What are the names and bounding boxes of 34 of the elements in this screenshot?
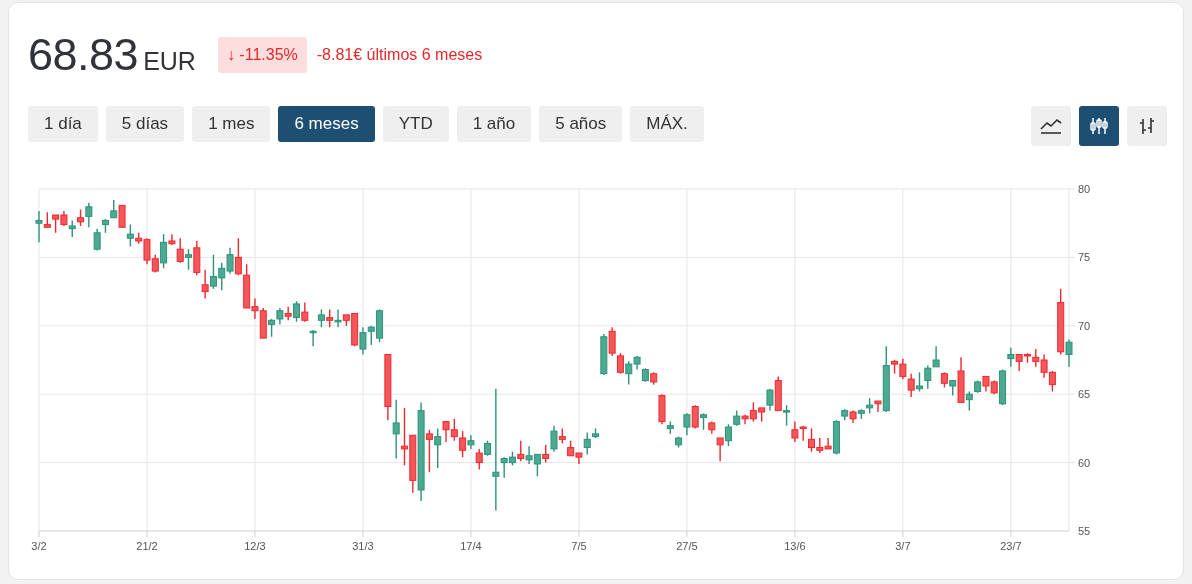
axis-label: 65: [1078, 388, 1091, 401]
range-button[interactable]: 5 años: [539, 105, 623, 142]
chart-type-button[interactable]: [1127, 105, 1167, 146]
axis-label: 60: [1078, 456, 1091, 469]
range-button[interactable]: MÁX.: [630, 105, 704, 142]
currency-label: EUR: [143, 46, 196, 76]
axis-label: 70: [1078, 319, 1091, 332]
axis-label: 80: [1078, 182, 1091, 195]
range-button[interactable]: 6 meses: [278, 105, 375, 142]
axis-label: 75: [1078, 251, 1091, 264]
candlestick-chart-icon: [1088, 116, 1110, 135]
chart-type-button[interactable]: [1031, 105, 1071, 146]
bar-chart-icon: [1137, 116, 1157, 135]
axis-label: 3/2: [31, 539, 47, 552]
range-button[interactable]: 1 mes: [192, 105, 271, 142]
axis-label: 17/4: [460, 539, 482, 552]
axis-label: 13/6: [784, 539, 806, 552]
axis-label: 3/7: [895, 539, 911, 552]
change-detail: -8.81€ últimos 6 meses: [316, 45, 483, 64]
line-chart-icon: [1040, 117, 1062, 134]
axis-label: 55: [1078, 524, 1091, 537]
axis-label: 27/5: [676, 539, 698, 552]
range-button[interactable]: 1 año: [456, 105, 532, 142]
range-button[interactable]: 5 días: [105, 105, 185, 142]
chart-type-button[interactable]: [1079, 105, 1119, 146]
price-value: 68.83: [28, 28, 139, 81]
axis-label: 12/3: [244, 539, 266, 552]
axis-label: 23/7: [1000, 539, 1022, 552]
range-button[interactable]: 1 día: [28, 105, 98, 142]
axis-label: 7/5: [571, 539, 587, 552]
range-button[interactable]: YTD: [382, 105, 449, 142]
change-badge: ↓ -11.35%: [217, 36, 307, 73]
axis-label: 21/2: [136, 539, 158, 552]
axis-label: 31/3: [352, 539, 374, 552]
